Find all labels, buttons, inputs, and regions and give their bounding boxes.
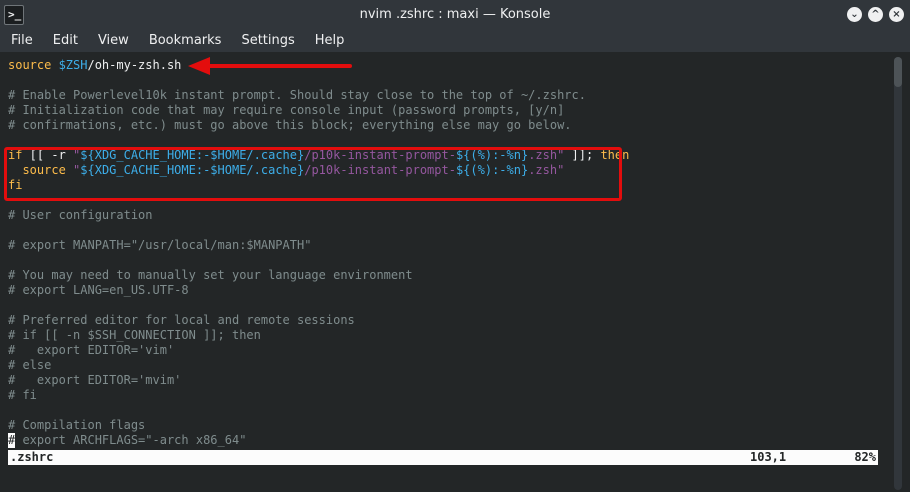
code-token: # You may need to manually set your lang…: [8, 268, 413, 282]
menu-bar: File Edit View Bookmarks Settings Help: [0, 30, 910, 52]
code-token: ${XDG_CACHE_HOME:-$HOME/.cache}: [80, 148, 305, 162]
code-line: # confirmations, etc.) must go above thi…: [8, 118, 880, 133]
code-line: # export ARCHFLAGS="-arch x86_64": [8, 433, 880, 448]
code-token: fi: [8, 178, 23, 192]
code-token: # export MANPATH="/usr/local/man:$MANPAT…: [8, 238, 312, 252]
code-line: # export MANPATH="/usr/local/man:$MANPAT…: [8, 238, 880, 253]
code-token: # export EDITOR='mvim': [8, 373, 182, 387]
scrollbar[interactable]: [894, 57, 902, 490]
terminal-area[interactable]: source $ZSH/oh-my-zsh.sh # Enable Powerle…: [0, 52, 910, 492]
menu-edit[interactable]: Edit: [43, 30, 88, 52]
code-token: $ZSH: [58, 58, 88, 72]
close-button[interactable]: ×: [889, 7, 904, 22]
editor-buffer[interactable]: source $ZSH/oh-my-zsh.sh # Enable Powerle…: [8, 58, 880, 448]
scrollbar-thumb[interactable]: [894, 57, 902, 87]
code-token: # User configuration: [8, 208, 153, 222]
menu-view[interactable]: View: [88, 30, 139, 52]
code-line: # Enable Powerlevel10k instant prompt. S…: [8, 88, 880, 103]
menu-settings[interactable]: Settings: [231, 30, 304, 52]
code-token: # else: [8, 358, 52, 372]
code-line: # You may need to manually set your lang…: [8, 268, 880, 283]
code-token: export ARCHFLAGS="-arch x86_64": [15, 433, 247, 447]
code-token: /p10k-instant-prompt-: [304, 163, 456, 177]
code-token: then: [600, 148, 630, 162]
code-token: # if [[ -n $SSH_CONNECTION ]]; then: [8, 328, 261, 342]
status-position: 103,1: [750, 450, 787, 464]
code-line: # export EDITOR='vim': [8, 343, 880, 358]
code-token: # Preferred editor for local and remote …: [8, 313, 355, 327]
status-line: .zshrc 103,1 82%: [8, 450, 878, 465]
code-line: # else: [8, 358, 880, 373]
code-line: source $ZSH/oh-my-zsh.sh: [8, 58, 880, 73]
code-token: .zsh": [528, 163, 565, 177]
menu-bookmarks[interactable]: Bookmarks: [139, 30, 232, 52]
code-line: fi: [8, 178, 880, 193]
code-line: # if [[ -n $SSH_CONNECTION ]]; then: [8, 328, 880, 343]
code-token: # Enable Powerlevel10k instant prompt. S…: [8, 88, 586, 102]
code-token: # export EDITOR='vim': [8, 343, 175, 357]
code-line: # Compilation flags: [8, 418, 880, 433]
code-token: /oh-my-zsh.sh: [87, 58, 182, 72]
code-token: /p10k-instant-prompt-: [304, 148, 456, 162]
code-token: # Initialization code that may require c…: [8, 103, 565, 117]
code-token: .zsh": [528, 148, 565, 162]
status-filename: .zshrc: [10, 450, 54, 464]
code-token: source: [8, 163, 74, 177]
code-token: ${XDG_CACHE_HOME:-$HOME/.cache}: [80, 163, 305, 177]
code-token: ]];: [564, 148, 601, 162]
code-token: # Compilation flags: [8, 418, 146, 432]
code-token: source: [8, 58, 59, 72]
menu-help[interactable]: Help: [305, 30, 355, 52]
code-token: # confirmations, etc.) must go above thi…: [8, 118, 572, 132]
code-line: # Initialization code that may require c…: [8, 103, 880, 118]
code-token: ${(%):-%n}: [455, 163, 529, 177]
code-line: # export EDITOR='mvim': [8, 373, 880, 388]
code-token: ${(%):-%n}: [455, 148, 529, 162]
code-token: # fi: [8, 388, 37, 402]
code-line: # fi: [8, 388, 880, 403]
code-token: [[ -r: [22, 148, 74, 162]
code-token: if: [8, 148, 23, 162]
annotation-arrow-icon: [188, 57, 352, 75]
code-line: # User configuration: [8, 208, 880, 223]
window-controls: ⌄ ^ ×: [847, 7, 904, 22]
status-percent: 82%: [854, 450, 876, 464]
code-line: # export LANG=en_US.UTF-8: [8, 283, 880, 298]
title-bar[interactable]: >_ nvim .zshrc : maxi — Konsole ⌄ ^ ×: [0, 0, 910, 30]
code-line: source "${XDG_CACHE_HOME:-$HOME/.cache}/…: [8, 163, 880, 178]
code-token: # export LANG=en_US.UTF-8: [8, 283, 189, 297]
window-title: nvim .zshrc : maxi — Konsole: [359, 7, 551, 22]
menu-file[interactable]: File: [1, 30, 43, 52]
minimize-button[interactable]: ⌄: [847, 7, 862, 22]
maximize-button[interactable]: ^: [868, 7, 883, 22]
code-line: # Preferred editor for local and remote …: [8, 313, 880, 328]
code-line: if [[ -r "${XDG_CACHE_HOME:-$HOME/.cache…: [8, 148, 880, 163]
